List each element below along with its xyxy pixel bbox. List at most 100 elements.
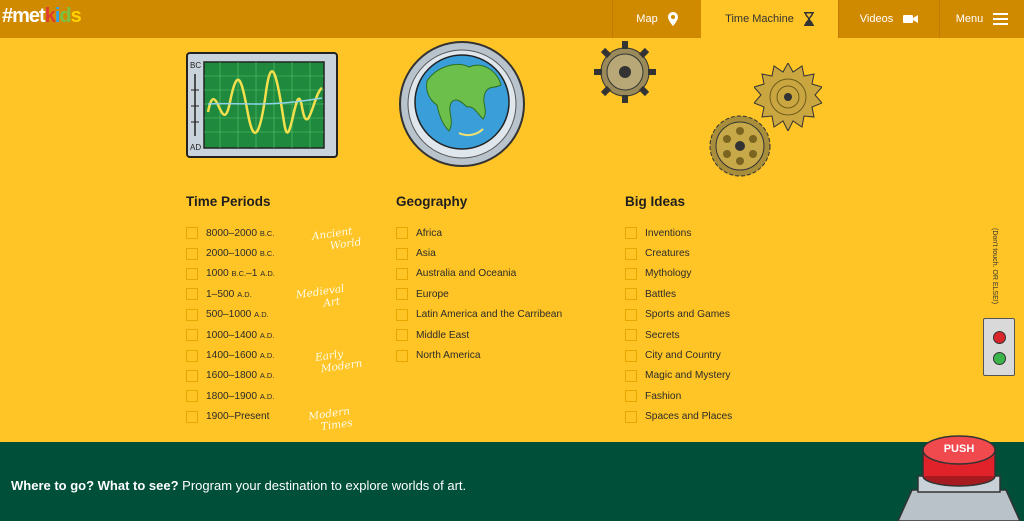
hourglass-icon [803, 12, 814, 26]
monitor-bc-label: BC [190, 61, 201, 70]
time-periods-heading: Time Periods [186, 194, 271, 209]
geography-heading: Geography [396, 194, 468, 209]
red-green-switch-panel [983, 318, 1015, 376]
checkbox[interactable] [625, 349, 637, 362]
ancient-world-annotation: Ancient World [311, 225, 363, 253]
logo-letter: s [70, 5, 82, 27]
checkbox[interactable] [625, 267, 637, 280]
gear-icon [709, 115, 771, 177]
checkbox[interactable] [186, 308, 198, 321]
logo-letter: e [28, 5, 40, 27]
time-period-option[interactable]: 1000–1400 A.D. [186, 325, 275, 345]
map-pin-icon [667, 12, 678, 26]
checkbox[interactable] [396, 349, 408, 362]
dont-touch-note: (Don't touch. OR ELSE!) [991, 228, 998, 305]
time-period-option[interactable]: 1400–1600 A.D. [186, 345, 275, 365]
footer-bar: Where to go? What to see? Program your d… [0, 442, 1024, 521]
geography-option[interactable]: Latin America and the Carribean [396, 305, 562, 325]
time-period-option[interactable]: 2000–1000 B.C. [186, 243, 275, 263]
checkbox[interactable] [186, 390, 198, 403]
time-periods-column: Time Periods 8000–2000 B.C. 2000–1000 B.… [186, 194, 275, 427]
timeline-monitor-illustration: BC AD [186, 52, 338, 158]
checkbox[interactable] [186, 410, 198, 423]
big-idea-option[interactable]: City and Country [625, 345, 732, 365]
nav-videos[interactable]: Videos [838, 0, 939, 38]
checkbox[interactable] [625, 247, 637, 260]
time-period-option[interactable]: 8000–2000 B.C. [186, 223, 275, 243]
geography-option[interactable]: Australia and Oceania [396, 264, 562, 284]
footer-message: Where to go? What to see? Program your d… [11, 478, 466, 493]
checkbox[interactable] [396, 227, 408, 240]
big-idea-option[interactable]: Battles [625, 284, 732, 304]
checkbox[interactable] [396, 308, 408, 321]
logo-letter: k [44, 5, 56, 27]
checkbox[interactable] [186, 369, 198, 382]
logo-letter: d [59, 5, 71, 27]
big-idea-option[interactable]: Creatures [625, 243, 732, 263]
time-period-option[interactable]: 1000 B.C.–1 A.D. [186, 264, 275, 284]
big-idea-option[interactable]: Secrets [625, 325, 732, 345]
nav-videos-label: Videos [859, 13, 894, 25]
metkids-logo[interactable]: #metkids [2, 5, 82, 27]
big-idea-option[interactable]: Fashion [625, 386, 732, 406]
checkbox[interactable] [625, 390, 637, 403]
geography-option[interactable]: Asia [396, 243, 562, 263]
push-button[interactable]: PUSH [896, 428, 1022, 521]
big-idea-option[interactable]: Inventions [625, 223, 732, 243]
checkbox[interactable] [186, 267, 198, 280]
nav-map-label: Map [636, 13, 658, 25]
nav-menu-label: Menu [955, 13, 984, 25]
checkbox[interactable] [186, 349, 198, 362]
geography-option[interactable]: Europe [396, 284, 562, 304]
checkbox[interactable] [186, 329, 198, 342]
green-button[interactable] [993, 352, 1006, 365]
logo-letter: m [12, 5, 30, 27]
checkbox[interactable] [396, 288, 408, 301]
time-period-option[interactable]: 1800–1900 A.D. [186, 386, 275, 406]
big-ideas-heading: Big Ideas [625, 194, 686, 209]
checkbox[interactable] [396, 267, 408, 280]
hamburger-icon [993, 13, 1009, 25]
nav-map[interactable]: Map [612, 0, 701, 38]
checkbox[interactable] [625, 308, 637, 321]
nav-menu[interactable]: Menu [939, 0, 1024, 38]
footer-message-text: Program your destination to explore worl… [178, 478, 467, 493]
checkbox[interactable] [186, 288, 198, 301]
video-camera-icon [903, 15, 919, 23]
geography-column: Geography Africa Asia Australia and Ocea… [396, 194, 562, 366]
gear-icon [594, 41, 656, 103]
big-ideas-column: Big Ideas Inventions Creatures Mythology… [625, 194, 732, 427]
checkbox[interactable] [396, 329, 408, 342]
time-period-option[interactable]: 1600–1800 A.D. [186, 366, 275, 386]
push-label: PUSH [944, 443, 975, 455]
checkbox[interactable] [625, 288, 637, 301]
checkbox[interactable] [186, 247, 198, 260]
checkbox[interactable] [186, 227, 198, 240]
top-nav-bar: #metkids Map Time Machine Videos Menu [0, 0, 1024, 38]
geography-option[interactable]: Africa [396, 223, 562, 243]
geography-option[interactable]: Middle East [396, 325, 562, 345]
checkbox[interactable] [625, 329, 637, 342]
time-period-option[interactable]: 500–1000 A.D. [186, 305, 275, 325]
big-idea-option[interactable]: Magic and Mystery [625, 366, 732, 386]
modern-times-annotation: Modern Times [307, 405, 354, 434]
checkbox[interactable] [625, 369, 637, 382]
big-idea-option[interactable]: Spaces and Places [625, 407, 732, 427]
medieval-art-annotation: Medieval Art [295, 282, 346, 310]
early-modern-annotation: Early Modern [314, 348, 364, 376]
time-period-option[interactable]: 1–500 A.D. [186, 284, 275, 304]
nav-time-machine-label: Time Machine [725, 13, 794, 25]
globe-illustration [399, 41, 525, 167]
big-idea-option[interactable]: Mythology [625, 264, 732, 284]
checkbox[interactable] [396, 247, 408, 260]
red-button[interactable] [993, 331, 1006, 344]
checkbox[interactable] [625, 227, 637, 240]
monitor-ad-label: AD [190, 143, 201, 152]
time-period-option[interactable]: 1900–Present [186, 407, 275, 427]
logo-hash: # [2, 5, 13, 27]
nav-time-machine[interactable]: Time Machine [701, 0, 838, 38]
footer-message-bold: Where to go? What to see? [11, 478, 179, 493]
checkbox[interactable] [625, 410, 637, 423]
big-idea-option[interactable]: Sports and Games [625, 305, 732, 325]
geography-option[interactable]: North America [396, 345, 562, 365]
